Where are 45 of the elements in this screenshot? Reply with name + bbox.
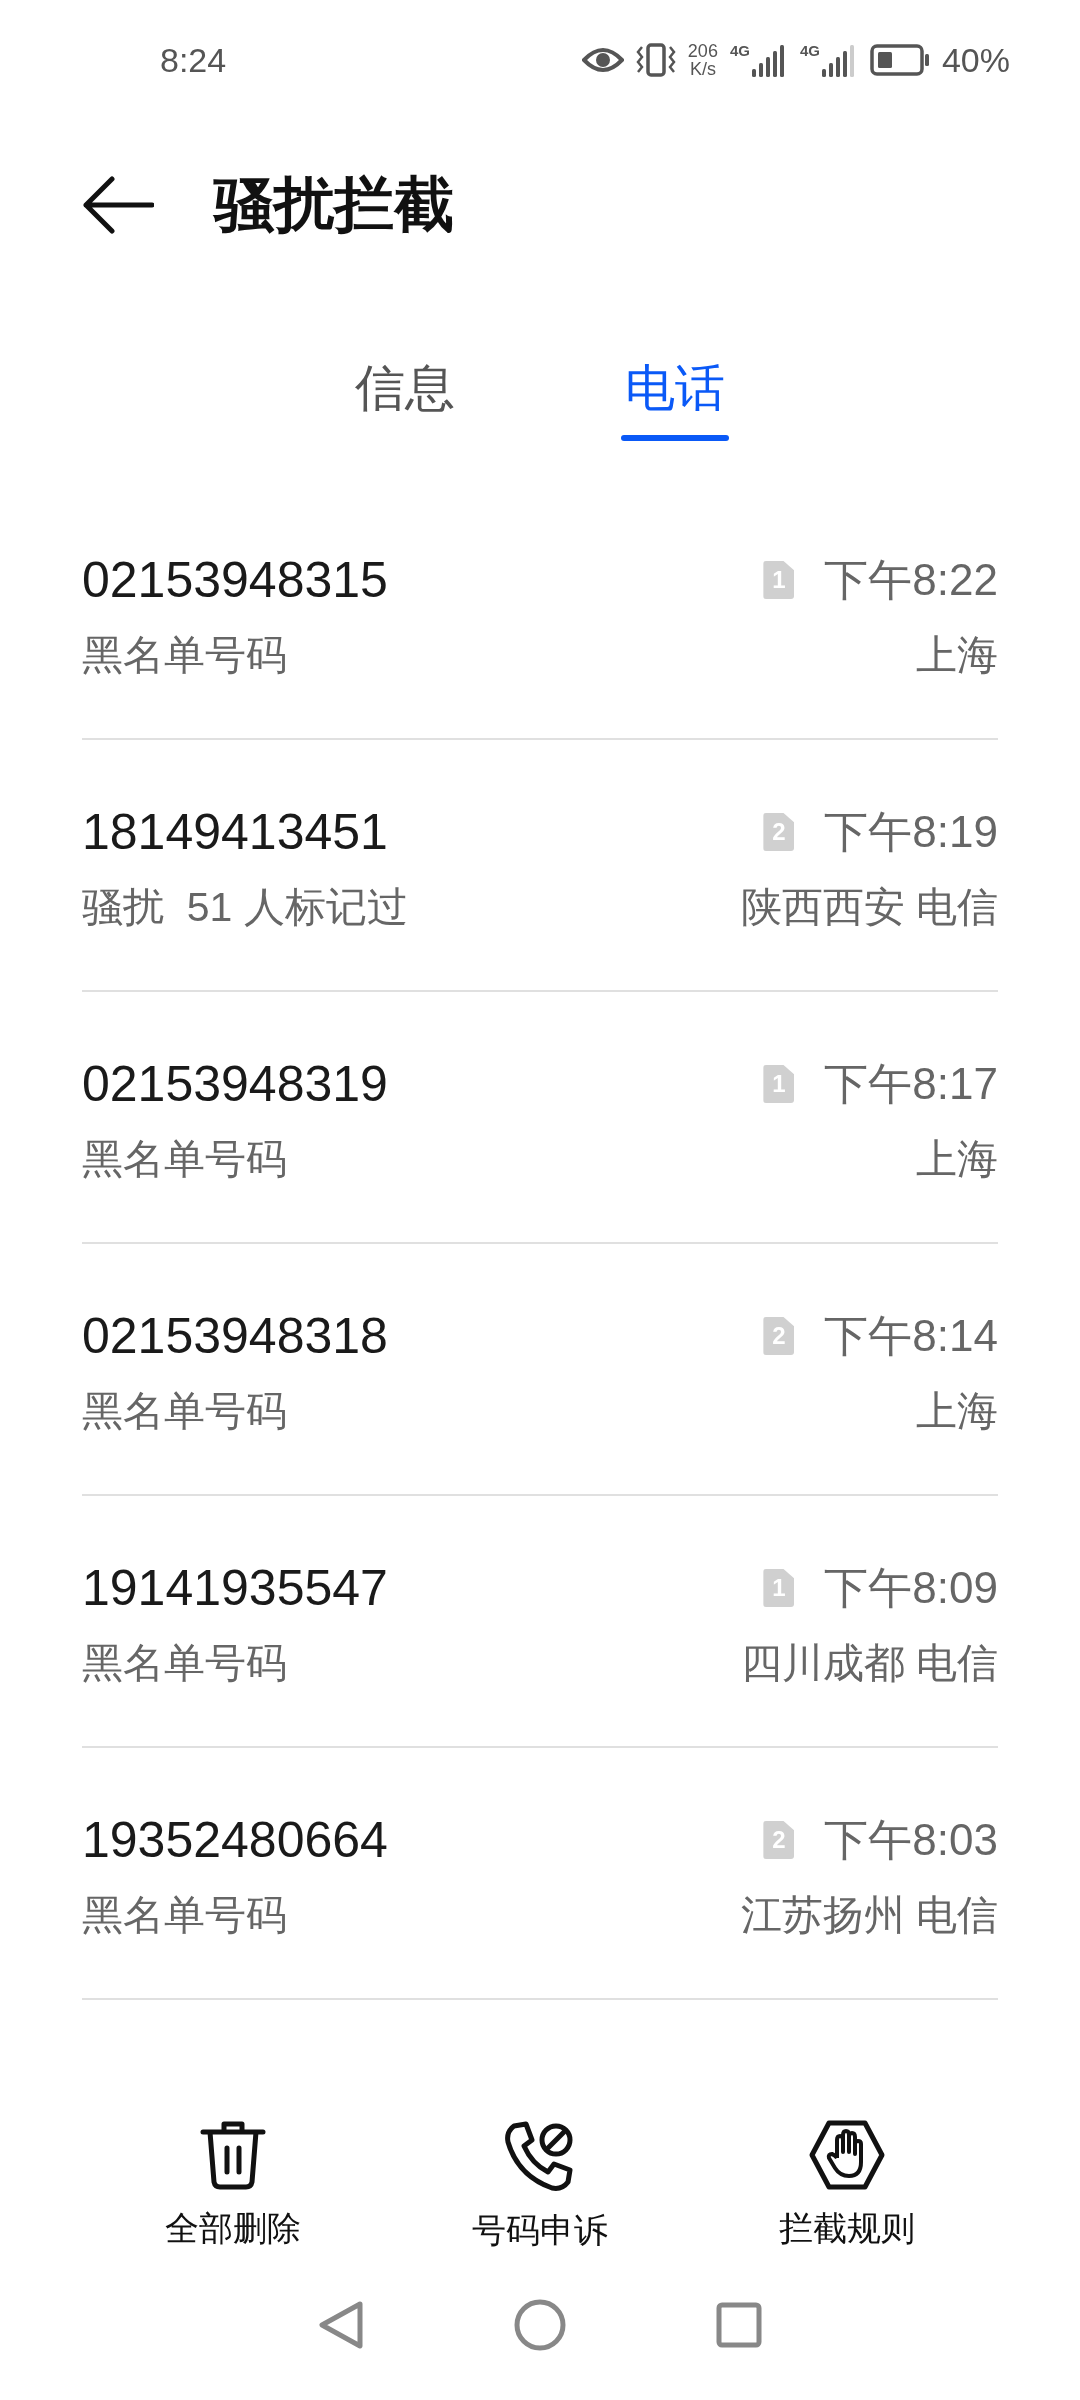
call-time: 下午8:09 xyxy=(824,1562,998,1614)
home-nav-icon[interactable] xyxy=(514,2299,566,2351)
call-tag: 黑名单号码 xyxy=(82,1383,388,1439)
phone-number: 02153948319 xyxy=(82,1055,388,1114)
call-tag: 黑名单号码 xyxy=(82,1635,388,1691)
tab[interactable]: 电话 xyxy=(595,358,755,448)
call-tag: 骚扰 51 人标记过 xyxy=(82,879,408,935)
speed-value: 206 xyxy=(687,42,718,60)
call-location: 上海 xyxy=(916,1387,998,1436)
call-location: 江苏扬州 电信 xyxy=(740,1891,998,1940)
network-type: 4G xyxy=(729,43,750,58)
vibrate-icon xyxy=(635,43,676,77)
toolbar-button[interactable]: 号码申诉 xyxy=(440,2120,640,2280)
call-time: 下午8:03 xyxy=(824,1814,998,1866)
hand-stop-icon xyxy=(808,2120,885,2190)
battery-icon xyxy=(869,44,930,76)
toolbar-button[interactable]: 拦截规则 xyxy=(746,2120,947,2280)
phone-number: 19352480664 xyxy=(82,1811,388,1870)
eye-icon xyxy=(581,46,624,74)
back-nav-icon[interactable] xyxy=(318,2300,364,2350)
call-time: 下午8:22 xyxy=(824,554,998,606)
call-location: 上海 xyxy=(916,1135,998,1184)
battery-percent: 40% xyxy=(941,39,1010,81)
back-icon[interactable] xyxy=(82,175,154,235)
toolbar-button[interactable]: 全部删除 xyxy=(133,2120,334,2280)
call-location: 四川成都 电信 xyxy=(740,1639,998,1688)
phone-number: 02153948318 xyxy=(82,1307,388,1366)
phone-number: 19141935547 xyxy=(82,1559,388,1618)
call-tag: 黑名单号码 xyxy=(82,1887,388,1943)
speed-unit: K/s xyxy=(689,60,716,78)
call-time: 下午8:14 xyxy=(824,1310,998,1362)
call-time: 下午8:17 xyxy=(824,1058,998,1110)
network-type: 4G xyxy=(799,43,820,58)
status-time: 8:24 xyxy=(160,39,227,81)
call-tag: 黑名单号码 xyxy=(82,1131,388,1187)
call-location: 上海 xyxy=(916,631,998,680)
call-time: 下午8:19 xyxy=(824,806,998,858)
trash-icon xyxy=(200,2120,267,2190)
phone-number: 02153948315 xyxy=(82,551,388,610)
call-location: 陕西西安 电信 xyxy=(740,883,998,932)
call-tag: 黑名单号码 xyxy=(82,627,388,683)
phone-number: 18149413451 xyxy=(82,803,389,862)
page-title: 骚扰拦截 xyxy=(214,175,454,235)
recents-nav-icon[interactable] xyxy=(716,2302,762,2348)
tab[interactable]: 信息 xyxy=(325,358,485,448)
